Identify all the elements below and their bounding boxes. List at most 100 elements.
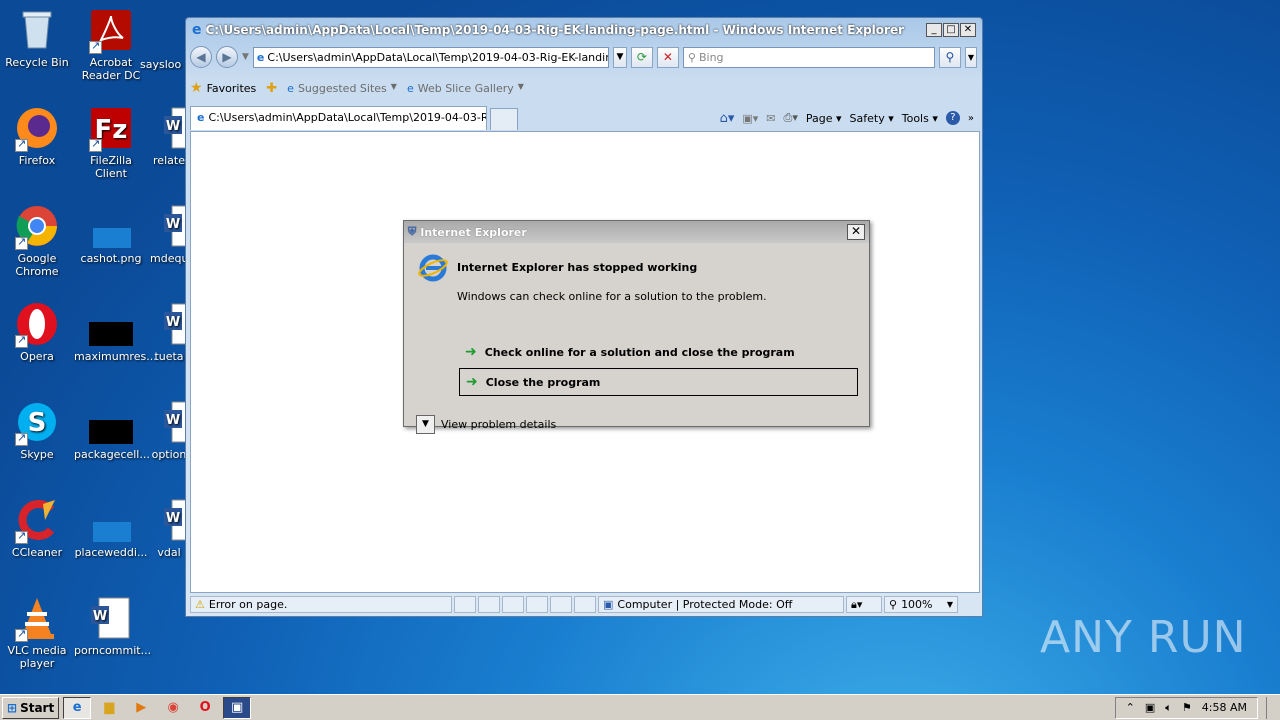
minimize-button[interactable]: _: [926, 23, 942, 37]
desktop-icon-google-chrome[interactable]: Google Chrome: [0, 204, 74, 278]
network-icon[interactable]: ▣: [1145, 701, 1155, 714]
desktop-icon-ccleaner[interactable]: CCleaner: [0, 498, 74, 559]
view-details-toggle[interactable]: ▼ View problem details: [416, 415, 556, 434]
word-document-icon: W: [162, 400, 187, 444]
desktop-icon-skype[interactable]: S Skype: [0, 400, 74, 461]
svg-text:W: W: [166, 217, 180, 232]
zoom-level: 100%: [901, 598, 933, 611]
refresh-button[interactable]: ⟳: [630, 46, 653, 68]
volume-icon[interactable]: 🔈︎: [1165, 701, 1172, 715]
back-button[interactable]: ◀: [190, 46, 212, 68]
chevron-down-icon[interactable]: ▼: [416, 415, 435, 434]
tab-title: C:\Users\admin\AppData\Local\Temp\2019-0…: [208, 111, 487, 124]
zoom-icon: ⚲: [889, 598, 898, 611]
page-icon: e: [256, 50, 265, 64]
ie-titlebar[interactable]: e C:\Users\admin\AppData\Local\Temp\2019…: [186, 18, 982, 42]
search-input[interactable]: ⚲ Bing: [682, 46, 935, 68]
desktop-icon-cashot[interactable]: cashot.png: [74, 204, 148, 265]
favorites-button[interactable]: ★ Favorites: [190, 80, 256, 96]
protected-mode-cell[interactable]: 🔒︎▾: [846, 596, 882, 613]
desktop-icon-label: FileZilla Client: [90, 154, 132, 180]
tools-menu-label: Tools: [901, 111, 929, 125]
search-button[interactable]: ⚲: [938, 46, 961, 68]
desktop-icon-acrobat[interactable]: Acrobat Reader DC: [74, 8, 148, 82]
home-icon[interactable]: ⌂▾: [720, 111, 735, 126]
tray-expand-icon[interactable]: ⌃: [1126, 701, 1135, 714]
desktop-icon-label: Firefox: [18, 154, 56, 167]
search-options-button[interactable]: ▼: [964, 46, 977, 68]
help-icon[interactable]: ?: [945, 111, 960, 125]
address-input[interactable]: e C:\Users\admin\AppData\Local\Temp\2019…: [252, 46, 609, 68]
flag-icon[interactable]: ⚑: [1182, 701, 1192, 714]
chrome-icon: ◉: [167, 700, 179, 715]
web-slice-gallery-link[interactable]: e Web Slice Gallery ▼: [407, 82, 524, 95]
maximize-button[interactable]: □: [943, 23, 959, 37]
recycle-bin-icon: [15, 8, 59, 52]
opera-icon: [15, 302, 59, 348]
desktop-icon-maximumres[interactable]: maximumres...: [74, 302, 157, 363]
chevron-more-icon[interactable]: »: [968, 113, 974, 124]
desktop-icon-label: saysloo: [140, 58, 182, 71]
anyrun-watermark: ANY RUN: [1040, 612, 1247, 663]
stop-button[interactable]: ✕: [656, 46, 679, 68]
safety-menu[interactable]: Safety ▾: [850, 112, 894, 125]
tab-current[interactable]: e C:\Users\admin\AppData\Local\Temp\2019…: [190, 106, 487, 130]
start-label: Start: [20, 700, 55, 715]
desktop-icon-tueta[interactable]: W tueta: [150, 302, 188, 363]
status-error-cell[interactable]: ⚠ Error on page.: [190, 596, 452, 613]
desktop-icon-filezilla[interactable]: Fz FileZilla Client: [74, 106, 148, 180]
desktop-icon-firefox[interactable]: Firefox: [0, 106, 74, 167]
dialog-message: Windows can check online for a solution …: [457, 290, 767, 303]
mail-icon[interactable]: ✉: [766, 112, 775, 125]
opera-icon: O: [199, 700, 211, 715]
desktop-icon-mdequ[interactable]: W mdequ: [150, 204, 188, 265]
tools-menu[interactable]: Tools ▾: [902, 112, 938, 125]
desktop-icon-vlc[interactable]: VLC media player: [0, 596, 74, 670]
forward-button[interactable]: ▶: [216, 46, 238, 68]
history-dropdown-icon[interactable]: ▼: [242, 52, 249, 62]
close-button[interactable]: ✕: [960, 23, 976, 37]
start-button[interactable]: ⊞ Start: [2, 696, 60, 719]
desktop-icon-relate[interactable]: W relate: [150, 106, 188, 167]
taskbar-ie-button[interactable]: e: [63, 696, 92, 719]
check-online-button[interactable]: ➜ Check online for a solution and close …: [459, 338, 858, 366]
print-icon[interactable]: ⎙▾: [784, 111, 798, 125]
taskbar-opera-button[interactable]: O: [191, 697, 219, 719]
desktop-icon-label: mdequ: [150, 252, 189, 265]
desktop-icon-option[interactable]: W option: [150, 400, 188, 461]
ie-logo-icon: e: [192, 22, 202, 38]
taskbar-media-player-button[interactable]: ▶: [127, 697, 155, 719]
desktop-icon-packagecell[interactable]: packagecell...: [74, 400, 150, 461]
ie-page-icon: e: [406, 81, 414, 95]
svg-text:W: W: [93, 609, 107, 624]
desktop-icon-porncommit[interactable]: W porncommit...: [74, 596, 151, 657]
clock[interactable]: 4:58 AM: [1202, 701, 1247, 714]
close-program-button[interactable]: ➜ Close the program: [459, 368, 858, 396]
feeds-icon[interactable]: ▣▾: [742, 112, 758, 125]
desktop-icon-label: Google Chrome: [15, 252, 59, 278]
desktop-icon-vdal[interactable]: W vdal: [150, 498, 188, 559]
taskbar-chrome-button[interactable]: ◉: [159, 697, 187, 719]
address-dropdown-button[interactable]: ▼: [612, 46, 627, 68]
desktop-icon-placeweddi[interactable]: placeweddi...: [74, 498, 148, 559]
dialog-heading: Internet Explorer has stopped working: [457, 261, 698, 274]
desktop-icon-saysloo[interactable]: saysloo: [140, 58, 188, 71]
desktop-icon-label: vdal: [157, 546, 181, 559]
zoom-cell[interactable]: ⚲ 100% ▼: [884, 596, 958, 613]
taskbar-error-reporting-button[interactable]: ▣: [223, 696, 252, 719]
show-desktop-button[interactable]: [1266, 696, 1280, 719]
taskbar-explorer-button[interactable]: ▆: [95, 697, 123, 719]
add-favorite-icon[interactable]: ✚: [266, 81, 277, 96]
status-error-text: Error on page.: [208, 598, 288, 611]
page-menu[interactable]: Page ▾: [806, 112, 842, 125]
command-bar: ⌂▾ ▣▾ ✉ ⎙▾ Page ▾ Safety ▾ Tools ▾ ? »: [720, 106, 980, 130]
new-tab-button[interactable]: [490, 108, 518, 130]
desktop-icon-opera[interactable]: Opera: [0, 302, 74, 363]
suggested-sites-link[interactable]: e Suggested Sites ▼: [287, 82, 397, 95]
chevron-down-icon: ▼: [517, 81, 524, 91]
desktop-icon-recycle-bin[interactable]: Recycle Bin: [0, 8, 74, 69]
dialog-titlebar[interactable]: ⛨ Internet Explorer ✕: [404, 221, 869, 243]
dialog-close-button[interactable]: ✕: [847, 224, 865, 240]
zone-cell[interactable]: ▣ Computer | Protected Mode: Off: [598, 596, 844, 613]
chevron-down-icon: ▼: [390, 81, 397, 91]
